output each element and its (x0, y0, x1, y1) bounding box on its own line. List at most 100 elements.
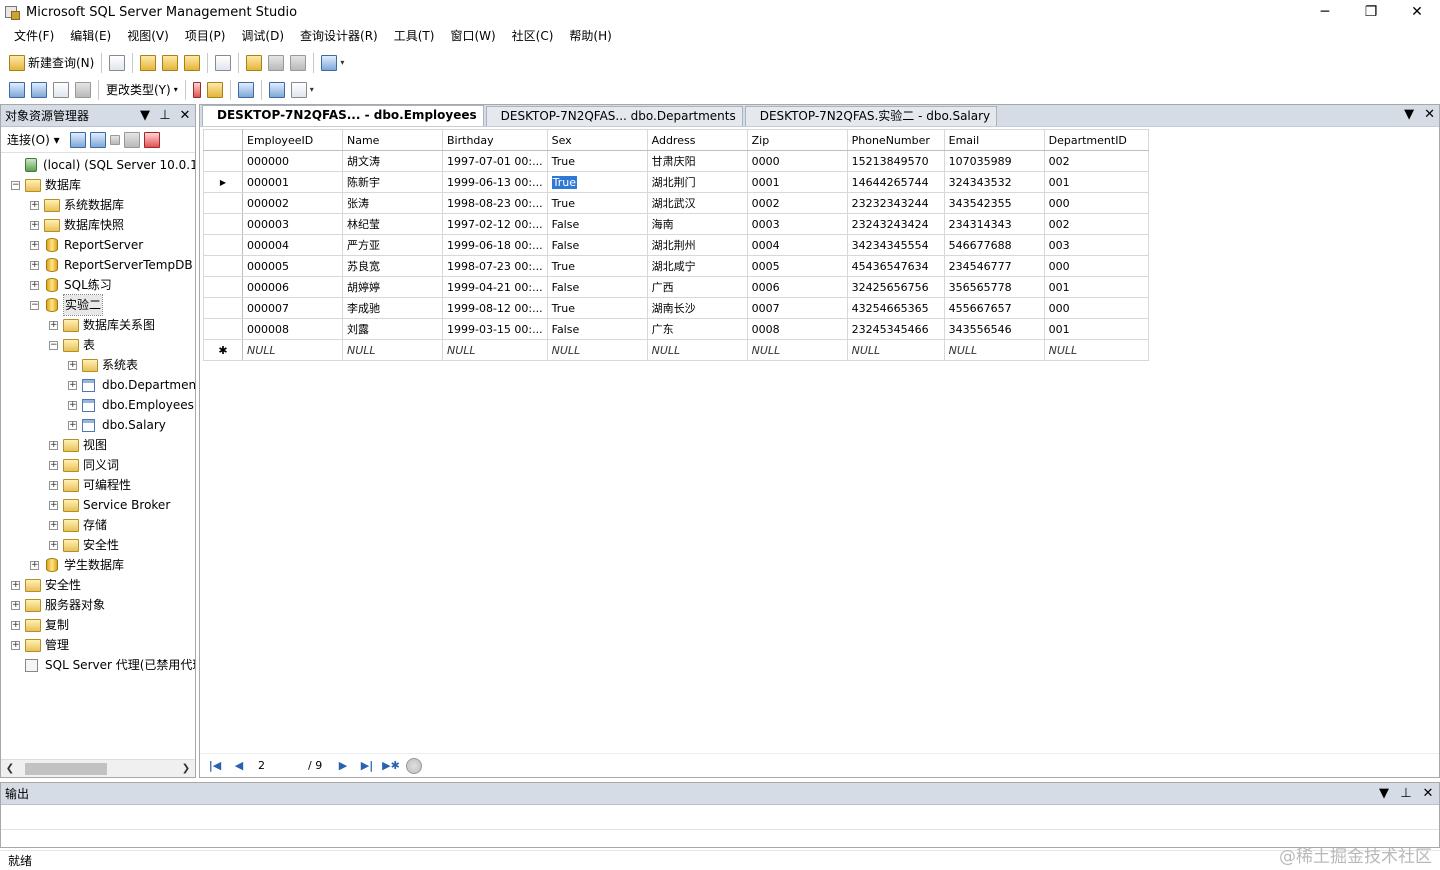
table-row[interactable]: 000002 张涛 1998-08-23 00:... True 湖北武汉 0002 232… (203, 192, 1149, 214)
cell-birthday[interactable]: 1998-08-23 00:... (442, 192, 548, 214)
expand-icon[interactable]: + (30, 220, 39, 230)
pin-icon[interactable]: ⊥ (1395, 786, 1417, 801)
cell-address[interactable]: 湖北荆门 (646, 171, 748, 193)
cell-sex[interactable]: True (546, 150, 648, 172)
expand-icon[interactable]: + (68, 360, 77, 370)
cell-phonenumber[interactable]: 45436547634 (846, 255, 945, 277)
row-header[interactable] (203, 297, 243, 319)
tree-node[interactable]: + 安全性 (1, 575, 195, 595)
tree-node[interactable]: − 表 (1, 335, 195, 355)
new-record-icon[interactable]: ▶✱ (382, 757, 400, 775)
null-cell[interactable]: NULL (546, 339, 648, 361)
cell-birthday[interactable]: 1999-03-15 00:... (442, 318, 548, 340)
tab-departments[interactable]: DESKTOP-7N2QFAS... dbo.Departments (485, 106, 743, 126)
cell-phonenumber[interactable]: 14644265744 (846, 171, 945, 193)
tree-node[interactable]: + 数据库快照 (1, 215, 195, 235)
tree-node[interactable]: + 学生数据库 (1, 555, 195, 575)
cell-departmentid[interactable]: 000 (1043, 255, 1149, 277)
cell-email[interactable]: 324343532 (943, 171, 1045, 193)
null-cell[interactable]: NULL (943, 339, 1045, 361)
expand-icon[interactable]: + (68, 380, 77, 390)
xmla-query-button[interactable] (181, 52, 203, 74)
null-cell[interactable]: NULL (746, 339, 848, 361)
collapse-icon[interactable]: − (11, 180, 20, 190)
restore-button[interactable]: ❐ (1348, 0, 1394, 24)
table-row[interactable]: 000006 胡婷婷 1999-04-21 00:... False 广西 0006 324… (203, 276, 1149, 298)
column-header-departmentid[interactable]: DepartmentID (1043, 129, 1149, 151)
cell-zip[interactable]: 0004 (746, 234, 848, 256)
cell-name[interactable]: 刘露 (342, 318, 443, 340)
cell-address[interactable]: 湖北咸宁 (646, 255, 748, 277)
cell-birthday[interactable]: 1999-04-21 00:... (442, 276, 548, 298)
execute-sql-button[interactable] (190, 79, 204, 101)
group-by-button[interactable] (235, 79, 257, 101)
column-header-address[interactable]: Address (646, 129, 748, 151)
null-cell[interactable]: NULL (1043, 339, 1149, 361)
tree-node[interactable]: + 数据库关系图 (1, 315, 195, 335)
expand-icon[interactable]: + (68, 400, 77, 410)
cell-zip[interactable]: 0005 (746, 255, 848, 277)
show-criteria-pane-button[interactable] (28, 79, 50, 101)
cell-birthday[interactable]: 1998-07-23 00:... (442, 255, 548, 277)
change-type-button[interactable]: 更改类型(Y) ▾ (103, 79, 181, 101)
close-icon[interactable]: ✕ (1417, 786, 1439, 801)
cell-employeeid[interactable]: 000007 (242, 297, 343, 319)
expand-icon[interactable]: + (11, 580, 20, 590)
table-row[interactable]: 000008 刘露 1999-03-15 00:... False 广东 0008 2324… (203, 318, 1149, 340)
column-header-sex[interactable]: Sex (546, 129, 648, 151)
cell-employeeid[interactable]: 000002 (242, 192, 343, 214)
cell-name[interactable]: 严方亚 (342, 234, 443, 256)
cell-email[interactable]: 234546777 (943, 255, 1045, 277)
expand-icon[interactable]: + (49, 320, 58, 330)
expand-icon[interactable]: + (49, 540, 58, 550)
expand-icon[interactable]: + (11, 620, 20, 630)
new-query-button[interactable]: 新建查询(N) (6, 52, 97, 74)
cell-sex[interactable]: False (546, 213, 648, 235)
column-header-zip[interactable]: Zip (746, 129, 848, 151)
expand-icon[interactable]: + (68, 420, 77, 430)
panel-dropdown-icon[interactable]: ▼ (1373, 786, 1395, 801)
show-diagram-pane-button[interactable] (6, 79, 28, 101)
table-row[interactable]: ▶ 000001 陈新宇 1999-06-13 00:... True 湖北荆门 0001 1… (203, 171, 1149, 193)
open-file-button[interactable] (243, 52, 265, 74)
row-header[interactable] (203, 213, 243, 235)
first-record-icon[interactable]: |◀ (206, 757, 224, 775)
cell-address[interactable]: 湖南长沙 (646, 297, 748, 319)
cell-email[interactable]: 455667657 (943, 297, 1045, 319)
cell-zip[interactable]: 0008 (746, 318, 848, 340)
table-row[interactable]: 000007 李成驰 1999-08-12 00:... True 湖南长沙 0007 43… (203, 297, 1149, 319)
expand-icon[interactable]: + (11, 640, 20, 650)
cell-departmentid[interactable]: 002 (1043, 150, 1149, 172)
tree-node[interactable]: + dbo.Departments (1, 375, 195, 395)
cell-employeeid[interactable]: 000003 (242, 213, 343, 235)
cell-birthday[interactable]: 1999-06-13 00:... (442, 171, 548, 193)
cell-address[interactable]: 广西 (646, 276, 748, 298)
expand-icon[interactable]: + (30, 560, 39, 570)
cell-employeeid[interactable]: 000000 (242, 150, 343, 172)
column-header-email[interactable]: Email (943, 129, 1045, 151)
cell-departmentid[interactable]: 000 (1043, 192, 1149, 214)
close-icon[interactable]: ✕ (175, 108, 195, 123)
tree-node[interactable]: + 可编程性 (1, 475, 195, 495)
toolbar-overflow-icon[interactable]: ▾ (310, 81, 318, 99)
menu-debug[interactable]: 调试(D) (233, 25, 292, 47)
cell-zip[interactable]: 0007 (746, 297, 848, 319)
cell-name[interactable]: 李成驰 (342, 297, 443, 319)
cell-employeeid[interactable]: 000008 (242, 318, 343, 340)
close-button[interactable]: ✕ (1394, 0, 1440, 24)
cell-address[interactable]: 广东 (646, 318, 748, 340)
tree-node[interactable]: + ReportServer (1, 235, 195, 255)
analysis-query-button[interactable] (159, 52, 181, 74)
column-header-employeeid[interactable]: EmployeeID (242, 129, 343, 151)
cell-employeeid[interactable]: 000001 (242, 171, 343, 193)
tree-node[interactable]: + 安全性 (1, 535, 195, 555)
tree-node[interactable]: + 管理 (1, 635, 195, 655)
column-header-name[interactable]: Name (342, 129, 443, 151)
tree-node[interactable]: + SQL练习 (1, 275, 195, 295)
null-cell[interactable]: NULL (242, 339, 343, 361)
close-document-icon[interactable]: ✕ (1424, 107, 1435, 122)
cell-phonenumber[interactable]: 23243243424 (846, 213, 945, 235)
row-header[interactable] (203, 234, 243, 256)
cell-zip[interactable]: 0002 (746, 192, 848, 214)
cell-sex[interactable]: True (546, 171, 648, 193)
